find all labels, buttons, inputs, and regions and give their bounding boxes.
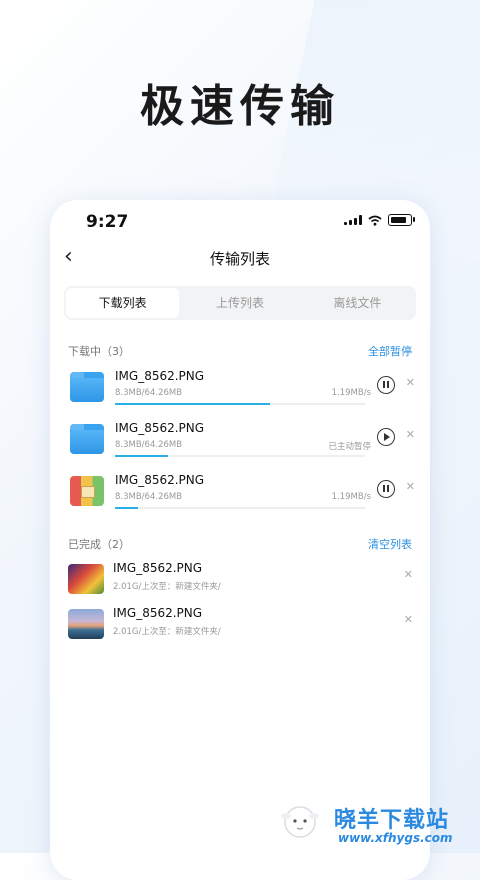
tab-download-list[interactable]: 下载列表 (66, 288, 180, 318)
tab-upload-list[interactable]: 上传列表 (183, 288, 296, 318)
download-item[interactable]: IMG_8562.PNG 8.3MB/64.26MB 已主动暂停 ✕ (70, 420, 415, 464)
transfer-status: 1.19MB/s (331, 492, 371, 502)
file-detail: 2.01G/上次至：新建文件夹/ (113, 627, 221, 637)
file-name: IMG_8562.PNG (113, 561, 203, 575)
completed-section-title: 已完成（2） (68, 538, 130, 551)
file-size-progress: 8.3MB/64.26MB (115, 388, 183, 398)
file-name: IMG_8562.PNG (115, 473, 205, 487)
completed-item[interactable]: IMG_8562.PNG 2.01G/上次至：新建文件夹/ ✕ (68, 605, 413, 649)
tab-offline-files[interactable]: 离线文件 (301, 288, 414, 318)
phone-screen: 9:27 ‹ 传输列表 下载列表 上传列表 离线文件 下载中（3） 全部暂停 I… (50, 200, 430, 880)
progress-fill (115, 455, 168, 457)
file-size-progress: 8.3MB/64.26MB (115, 492, 183, 502)
photo-thumbnail (68, 564, 104, 594)
transfer-tabs: 下载列表 上传列表 离线文件 (64, 286, 416, 320)
folder-icon (70, 424, 104, 454)
file-name: IMG_8562.PNG (115, 369, 205, 383)
progress-bar (115, 403, 365, 405)
completed-item[interactable]: IMG_8562.PNG 2.01G/上次至：新建文件夹/ ✕ (68, 560, 413, 604)
status-icons (344, 214, 415, 226)
folder-icon (70, 372, 104, 402)
status-bar: 9:27 (50, 200, 430, 244)
progress-fill (115, 403, 270, 405)
close-icon[interactable]: ✕ (404, 568, 413, 581)
download-item[interactable]: IMG_8562.PNG 8.3MB/64.26MB 1.19MB/s ✕ (70, 472, 415, 516)
photo-thumbnail (68, 609, 104, 639)
close-icon[interactable]: ✕ (406, 480, 415, 493)
pause-icon[interactable] (377, 376, 395, 394)
pause-icon[interactable] (377, 480, 395, 498)
battery-icon (388, 214, 415, 226)
downloading-section-header: 下载中（3） 全部暂停 (68, 343, 412, 359)
sheep-logo-icon (281, 806, 319, 838)
progress-fill (115, 507, 138, 509)
close-icon[interactable]: ✕ (404, 613, 413, 626)
play-icon[interactable] (377, 428, 395, 446)
wifi-icon (368, 215, 382, 226)
transfer-status: 1.19MB/s (331, 388, 371, 398)
progress-bar (115, 507, 365, 509)
progress-bar (115, 455, 365, 457)
file-detail: 2.01G/上次至：新建文件夹/ (113, 582, 221, 592)
file-size-progress: 8.3MB/64.26MB (115, 440, 183, 450)
site-watermark: 晓羊下载站 www.xfhygs.com (278, 800, 478, 850)
transfer-status: 已主动暂停 (328, 442, 371, 452)
file-name: IMG_8562.PNG (115, 421, 205, 435)
page-title: 传输列表 (209, 250, 270, 268)
completed-section-header: 已完成（2） 清空列表 (68, 536, 412, 552)
signal-icon (344, 215, 362, 225)
pause-all-button[interactable]: 全部暂停 (368, 343, 412, 359)
download-item[interactable]: IMG_8562.PNG 8.3MB/64.26MB 1.19MB/s ✕ (70, 368, 415, 412)
watermark-url: www.xfhygs.com (338, 831, 453, 845)
file-name: IMG_8562.PNG (113, 606, 203, 620)
nav-bar: ‹ 传输列表 (50, 240, 430, 276)
status-time: 9:27 (86, 212, 129, 232)
clear-list-button[interactable]: 清空列表 (368, 536, 412, 552)
image-grid-icon (70, 476, 104, 506)
downloading-section-title: 下载中（3） (68, 345, 130, 358)
promo-headline: 极速传输 (140, 81, 340, 132)
watermark-text: 晓羊下载站 (334, 808, 450, 833)
close-icon[interactable]: ✕ (406, 376, 415, 389)
close-icon[interactable]: ✕ (406, 428, 415, 441)
